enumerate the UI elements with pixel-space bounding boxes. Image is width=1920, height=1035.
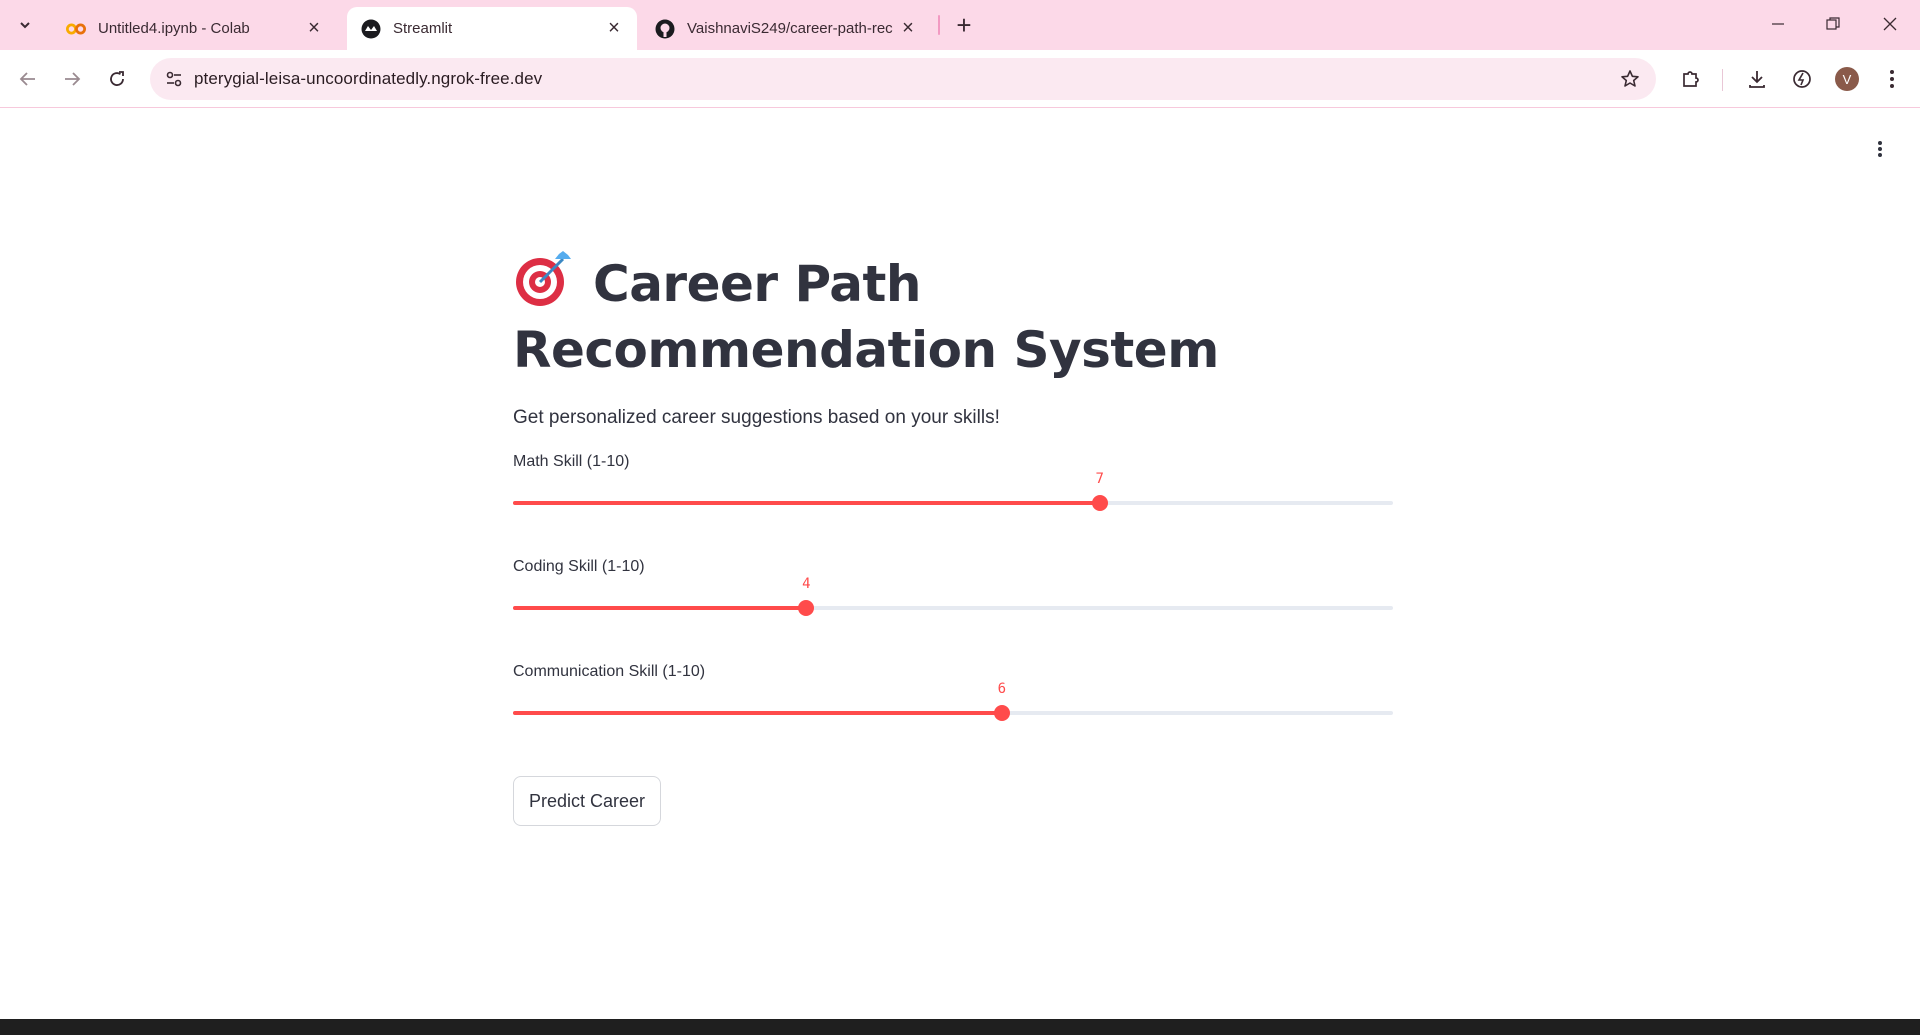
profile-avatar[interactable]: V [1835, 67, 1859, 91]
close-tab-icon[interactable]: × [305, 17, 323, 39]
tab-streamlit[interactable]: Streamlit × [347, 7, 637, 50]
page-subtitle: Get personalized career suggestions base… [513, 407, 1000, 428]
arrow-right-icon [65, 72, 81, 86]
site-info-button[interactable] [154, 58, 194, 100]
puzzle-icon [1683, 71, 1699, 87]
close-window-button[interactable] [1868, 8, 1912, 40]
tab-title: Untitled4.ipynb - Colab [98, 20, 250, 37]
app-menu-button[interactable] [1866, 135, 1894, 163]
toolbar-divider [1722, 69, 1723, 91]
download-icon [1749, 71, 1765, 88]
slider-track[interactable]: 4 [513, 576, 1393, 616]
slider-fill [513, 606, 807, 610]
slider-track[interactable]: 7 [513, 471, 1393, 511]
tab-title: VaishnaviS249/career-path-recc [687, 20, 893, 37]
slider-fill [513, 501, 1100, 505]
slider-value: 4 [802, 576, 811, 592]
coding-skill-slider: Coding Skill (1-10) 4 [513, 558, 1393, 663]
restore-button[interactable] [1811, 8, 1855, 40]
math-skill-slider: Math Skill (1-10) 7 [513, 453, 1393, 558]
bookmark-button[interactable] [1618, 67, 1642, 91]
streamlit-app: Career Path Recommendation System Get pe… [0, 109, 1920, 1019]
slider-thumb[interactable] [1091, 495, 1108, 511]
minimize-button[interactable] [1756, 8, 1800, 40]
new-tab-button[interactable]: + [950, 9, 978, 40]
page-title: Career Path Recommendation System [513, 249, 1393, 383]
close-tab-icon[interactable]: × [899, 17, 917, 39]
arrow-left-icon [19, 72, 35, 86]
forward-button[interactable] [56, 63, 88, 95]
slider-value: 6 [997, 681, 1007, 697]
tune-icon [166, 71, 182, 87]
tab-strip: Untitled4.ipynb - Colab × Streamlit × Va… [0, 0, 1920, 50]
extensions-button[interactable] [1675, 63, 1707, 95]
communication-skill-slider: Communication Skill (1-10) 6 [513, 663, 1393, 768]
back-button[interactable] [12, 63, 44, 95]
url-text[interactable]: pterygial-leisa-uncoordinatedly.ngrok-fr… [194, 69, 542, 89]
more-vertical-icon [1890, 70, 1894, 88]
page-title-text: Career Path Recommendation System [513, 255, 1219, 379]
performance-button[interactable] [1786, 63, 1818, 95]
slider-thumb[interactable] [993, 705, 1010, 721]
slider-label: Math Skill (1-10) [513, 453, 630, 470]
close-tab-icon[interactable]: × [605, 17, 623, 39]
github-icon [655, 19, 675, 39]
reload-button[interactable] [101, 63, 133, 95]
streamlit-icon [361, 19, 381, 39]
slider-value: 7 [1095, 471, 1104, 487]
plus-icon: + [956, 9, 972, 40]
chevron-down-icon [20, 22, 30, 29]
star-icon [1621, 70, 1639, 87]
reload-icon [110, 71, 124, 86]
slider-label: Communication Skill (1-10) [513, 663, 706, 680]
slider-fill [513, 711, 1002, 715]
address-bar[interactable]: pterygial-leisa-uncoordinatedly.ngrok-fr… [150, 58, 1656, 100]
downloads-button[interactable] [1741, 63, 1773, 95]
slider-label: Coding Skill (1-10) [513, 558, 645, 575]
speedometer-icon [1793, 70, 1811, 88]
tab-search-button[interactable] [9, 9, 41, 41]
slider-thumb[interactable] [798, 600, 815, 616]
tab-title: Streamlit [393, 20, 453, 37]
more-vertical-icon [1878, 141, 1882, 157]
minimize-icon [1772, 23, 1784, 25]
slider-track[interactable]: 6 [513, 681, 1393, 721]
browser-menu-button[interactable] [1876, 63, 1908, 95]
os-taskbar [0, 1019, 1920, 1035]
close-icon [1883, 17, 1897, 31]
restore-icon [1826, 17, 1840, 30]
tab-separator [938, 15, 940, 35]
main-content: Career Path Recommendation System Get pe… [513, 249, 1393, 826]
tab-github[interactable]: VaishnaviS249/career-path-recc × [641, 7, 931, 50]
direct-hit-target-icon [516, 251, 571, 306]
predict-career-button[interactable]: Predict Career [513, 776, 662, 826]
browser-toolbar: pterygial-leisa-uncoordinatedly.ngrok-fr… [0, 50, 1920, 108]
tab-colab[interactable]: Untitled4.ipynb - Colab × [52, 7, 337, 50]
colab-icon [66, 19, 86, 39]
